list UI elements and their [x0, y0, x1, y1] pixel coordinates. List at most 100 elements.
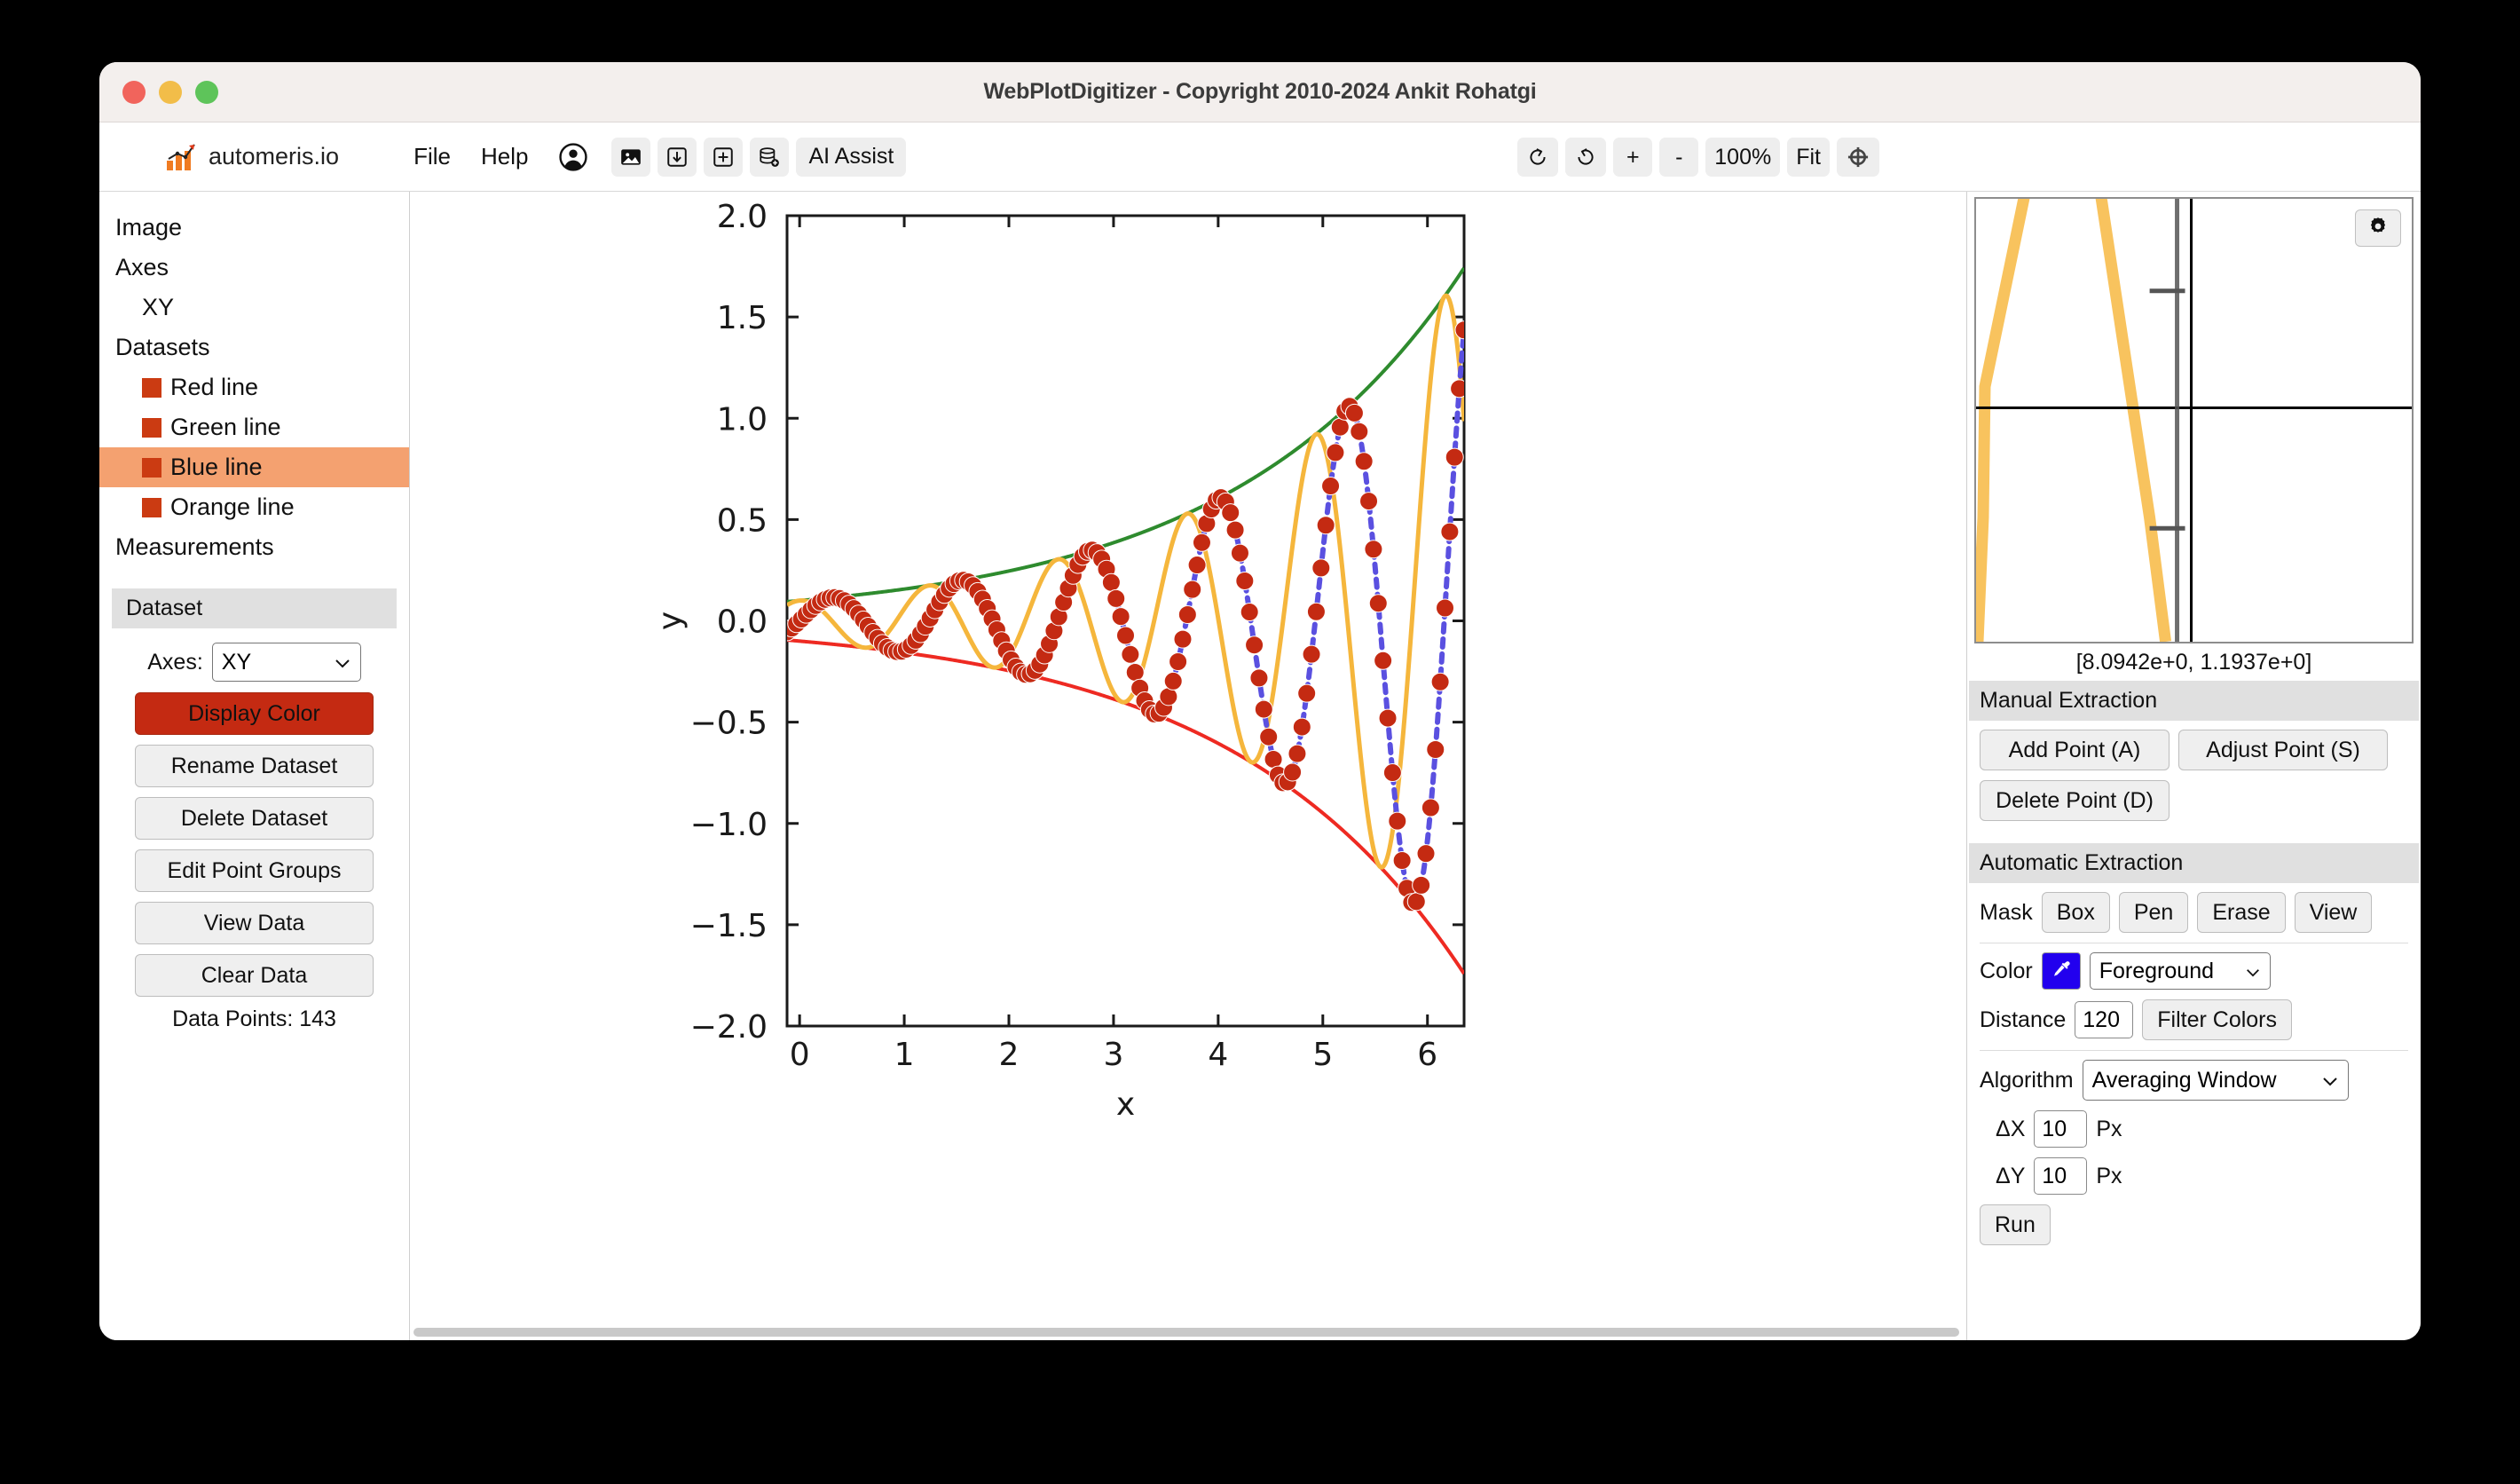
tree-item-axes[interactable]: Axes: [99, 248, 409, 288]
distance-input[interactable]: [2075, 1001, 2134, 1038]
mask-view-button[interactable]: View: [2294, 892, 2373, 933]
mask-box-button[interactable]: Box: [2041, 892, 2110, 933]
color-row: Color Foreground: [1980, 952, 2408, 990]
add-point-button[interactable]: Add Point (A): [1980, 730, 2170, 770]
rotate-left-button[interactable]: [1517, 138, 1559, 177]
rename-dataset-button[interactable]: Rename Dataset: [135, 745, 374, 787]
plot-canvas[interactable]: −2.0 −1.5 −1.0 −0.5 0.0 0.5 1.0 1.5 2.0 0 1 2 3 4 5 6 x y: [410, 192, 1966, 1340]
chevron-down-icon: [2245, 959, 2261, 984]
axes-label: Axes:: [147, 649, 203, 675]
run-button[interactable]: Run: [1980, 1204, 2051, 1245]
algorithm-select[interactable]: Averaging Window: [2082, 1060, 2349, 1101]
display-color-button[interactable]: Display Color: [135, 692, 374, 735]
dataset-panel: Axes: XY Display Color Rename Dataset De…: [99, 628, 409, 1032]
delta-x-input[interactable]: [2034, 1110, 2088, 1148]
svg-text:0.5: 0.5: [717, 502, 768, 539]
svg-text:1.0: 1.0: [717, 401, 768, 438]
delete-dataset-button[interactable]: Delete Dataset: [135, 797, 374, 840]
automatic-extraction-header: Automatic Extraction: [1969, 843, 2419, 883]
svg-text:−1.0: −1.0: [690, 807, 768, 843]
reticle-button[interactable]: [1837, 138, 1879, 177]
dataset-label: Blue line: [170, 454, 263, 480]
rotate-right-button[interactable]: [1565, 138, 1607, 177]
color-mode-select[interactable]: Foreground: [2089, 952, 2271, 990]
delta-y-row: ΔY Px: [1980, 1157, 2408, 1195]
zoom-level-button[interactable]: 100%: [1705, 138, 1781, 177]
svg-text:5: 5: [1312, 1037, 1333, 1073]
mask-erase-button[interactable]: Erase: [2197, 892, 2286, 933]
algorithm-value: Averaging Window: [2091, 1067, 2277, 1093]
brand-label: automeris.io: [209, 143, 340, 170]
add-dataset-button[interactable]: [750, 137, 790, 177]
mask-row: Mask Box Pen Erase View: [1980, 892, 2408, 933]
tree-item-xy[interactable]: XY: [99, 288, 409, 328]
mask-pen-button[interactable]: Pen: [2118, 892, 2189, 933]
section-divider-2: [1980, 1050, 2408, 1051]
edit-point-groups-button[interactable]: Edit Point Groups: [135, 849, 374, 892]
distance-label: Distance: [1980, 1006, 2067, 1032]
run-row: Run: [1980, 1204, 2408, 1245]
title-bar: WebPlotDigitizer - Copyright 2010-2024 A…: [99, 62, 2421, 122]
clear-data-button[interactable]: Clear Data: [135, 954, 374, 997]
svg-text:4: 4: [1208, 1037, 1228, 1073]
delta-x-row: ΔX Px: [1980, 1110, 2408, 1148]
magnifier-settings-button[interactable]: [2355, 209, 2401, 247]
project-tree: Image Axes XY Datasets Red line Green li…: [99, 208, 409, 576]
load-image-button[interactable]: [611, 137, 651, 177]
horizontal-scrollbar[interactable]: [413, 1328, 1959, 1337]
dataset-item-blue-line[interactable]: Blue line: [99, 447, 409, 487]
tree-item-image[interactable]: Image: [99, 208, 409, 248]
dataset-label: Green line: [170, 414, 281, 440]
user-circle-icon[interactable]: [558, 142, 588, 172]
brand[interactable]: automeris.io: [166, 143, 339, 171]
dataset-panel-header: Dataset: [112, 588, 397, 628]
svg-text:y: y: [652, 612, 689, 630]
axes-select[interactable]: XY: [211, 643, 361, 682]
dataset-item-green-line[interactable]: Green line: [99, 407, 409, 447]
dataset-color-swatch: [142, 377, 161, 398]
delta-y-input[interactable]: [2034, 1157, 2088, 1195]
svg-text:x: x: [1116, 1086, 1135, 1123]
window-title: WebPlotDigitizer - Copyright 2010-2024 A…: [983, 79, 1537, 104]
zoom-out-button[interactable]: -: [1659, 138, 1699, 177]
color-picker-button[interactable]: [2041, 952, 2081, 990]
axes-row: Axes: XY: [135, 643, 374, 682]
svg-text:1.5: 1.5: [717, 300, 768, 336]
svg-text:1: 1: [894, 1037, 915, 1073]
app-body: Image Axes XY Datasets Red line Green li…: [99, 192, 2421, 1340]
magnifier-view: [1974, 197, 2414, 643]
menu-file[interactable]: File: [413, 143, 451, 170]
digitized-plot[interactable]: −2.0 −1.5 −1.0 −0.5 0.0 0.5 1.0 1.5 2.0 0 1 2 3 4 5 6 x y: [410, 192, 1965, 1337]
chevron-down-icon: [2321, 1068, 2339, 1093]
automeris-logo-icon: [166, 143, 198, 171]
view-controls: + - 100% Fit: [1517, 138, 1879, 177]
tree-item-measurements[interactable]: Measurements: [99, 527, 409, 567]
svg-text:6: 6: [1417, 1037, 1437, 1073]
gear-icon: [2367, 216, 2389, 241]
dataset-item-orange-line[interactable]: Orange line: [99, 487, 409, 527]
automatic-extraction-body: Mask Box Pen Erase View Color Foreground…: [1967, 883, 2421, 1267]
cursor-coordinates: [8.0942e+0, 1.1937e+0]: [2075, 650, 2312, 675]
svg-text:−2.0: −2.0: [690, 1009, 768, 1046]
add-axes-button[interactable]: [704, 137, 744, 177]
tree-item-datasets[interactable]: Datasets: [99, 328, 409, 367]
left-sidebar: Image Axes XY Datasets Red line Green li…: [99, 192, 410, 1340]
svg-text:0: 0: [790, 1037, 810, 1073]
zoom-fit-button[interactable]: Fit: [1787, 138, 1830, 177]
save-project-button[interactable]: [658, 137, 697, 177]
svg-text:2: 2: [999, 1037, 1020, 1073]
svg-text:−1.5: −1.5: [690, 908, 768, 944]
chevron-down-icon: [334, 650, 351, 675]
dataset-color-swatch: [142, 457, 161, 478]
adjust-point-button[interactable]: Adjust Point (S): [2178, 730, 2388, 770]
filter-colors-button[interactable]: Filter Colors: [2142, 999, 2293, 1040]
ai-assist-button[interactable]: AI Assist: [796, 137, 907, 177]
delta-x-unit: Px: [2096, 1116, 2122, 1141]
menu-help[interactable]: Help: [481, 143, 528, 170]
view-data-button[interactable]: View Data: [135, 902, 374, 944]
algorithm-label: Algorithm: [1980, 1067, 2074, 1093]
zoom-in-button[interactable]: +: [1613, 138, 1653, 177]
dataset-item-red-line[interactable]: Red line: [99, 367, 409, 407]
color-mode-value: Foreground: [2099, 958, 2214, 983]
delete-point-button[interactable]: Delete Point (D): [1980, 780, 2170, 821]
